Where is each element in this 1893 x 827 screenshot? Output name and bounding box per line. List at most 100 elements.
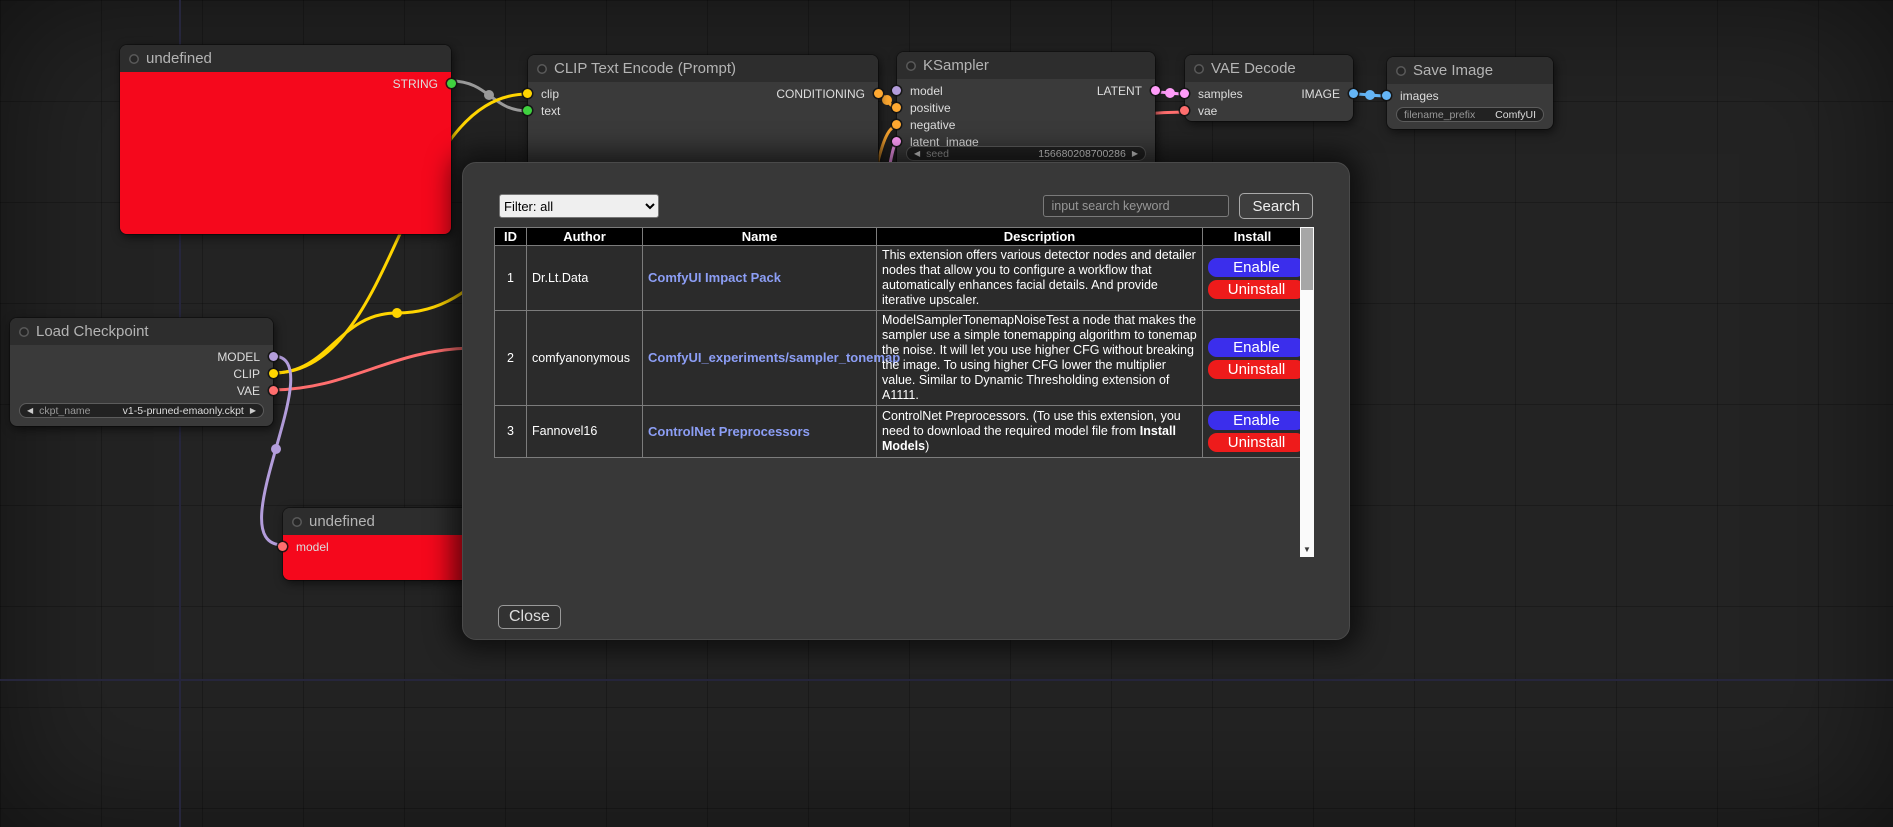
input-label-model: model <box>897 84 943 98</box>
node-save-image[interactable]: Save Image images filename_prefix ComfyU… <box>1387 57 1553 129</box>
dialog-toolbar: Filter: all Search <box>463 163 1349 219</box>
input-port-samples[interactable] <box>1180 89 1189 98</box>
close-button[interactable]: Close <box>498 605 561 629</box>
collapse-dot-icon[interactable] <box>1396 66 1406 76</box>
node-body: images filename_prefix ComfyUI <box>1387 84 1553 129</box>
uninstall-button[interactable]: Uninstall <box>1208 280 1305 299</box>
input-port-images[interactable] <box>1382 91 1391 100</box>
search-button[interactable]: Search <box>1239 193 1313 219</box>
widget-label: seed <box>926 148 949 160</box>
header-name: Name <box>643 228 877 246</box>
cell-author: comfyanonymous <box>527 311 643 406</box>
output-label: STRING <box>393 77 451 91</box>
extension-row: 3 Fannovel16 ControlNet Preprocessors Co… <box>495 406 1303 458</box>
node-load-checkpoint[interactable]: Load Checkpoint MODEL CLIP VAE ◀ ckpt_na… <box>10 318 273 426</box>
scrollbar-thumb[interactable] <box>1301 228 1313 290</box>
node-vae-decode[interactable]: VAE Decode samples IMAGE vae <box>1185 55 1353 121</box>
widget-value: ComfyUI <box>1495 109 1536 121</box>
extensions-table-container: ID Author Name Description Install 1 Dr.… <box>494 227 1314 557</box>
node-title-bar[interactable]: Save Image <box>1387 57 1553 84</box>
output-port-latent[interactable] <box>1151 86 1160 95</box>
output-port-clip[interactable] <box>269 369 278 378</box>
enable-button[interactable]: Enable <box>1208 411 1305 430</box>
input-port-negative[interactable] <box>892 120 901 129</box>
node-body: MODEL CLIP VAE ◀ ckpt_name v1-5-pruned-e… <box>10 345 273 426</box>
cell-install: Enable Uninstall <box>1203 406 1303 458</box>
node-title: undefined <box>146 50 212 67</box>
increment-arrow-icon[interactable]: ▶ <box>1132 150 1138 158</box>
uninstall-button[interactable]: Uninstall <box>1208 433 1305 452</box>
node-undefined-top[interactable]: undefined STRING <box>120 45 451 234</box>
output-port-model[interactable] <box>269 352 278 361</box>
input-port-vae[interactable] <box>1180 106 1189 115</box>
widget-value: 156680208700286 <box>1038 148 1126 160</box>
output-port-string[interactable] <box>447 79 456 88</box>
extension-link[interactable]: ComfyUI Impact Pack <box>648 270 781 285</box>
table-scrollbar[interactable]: ▼ <box>1300 227 1314 557</box>
node-title-bar[interactable]: undefined <box>120 45 451 72</box>
cell-author: Fannovel16 <box>527 406 643 458</box>
node-title-bar[interactable]: Load Checkpoint <box>10 318 273 345</box>
node-graph-canvas[interactable]: undefined STRING CLIP Text Encode (Promp… <box>0 0 1893 827</box>
extension-link[interactable]: ControlNet Preprocessors <box>648 424 810 439</box>
output-label-image: IMAGE <box>1301 87 1353 101</box>
node-title-bar[interactable]: KSampler <box>897 52 1155 79</box>
node-title-bar[interactable]: CLIP Text Encode (Prompt) <box>528 55 878 82</box>
input-label-clip: clip <box>528 87 559 101</box>
collapse-dot-icon[interactable] <box>19 327 29 337</box>
input-port-latent-image[interactable] <box>892 137 901 146</box>
node-title: undefined <box>309 513 375 530</box>
node-title: Save Image <box>1413 62 1493 79</box>
collapse-dot-icon[interactable] <box>129 54 139 64</box>
extension-link[interactable]: ComfyUI_experiments/sampler_tonemap <box>648 350 900 365</box>
link-dot-string <box>484 90 494 100</box>
enable-button[interactable]: Enable <box>1208 258 1305 277</box>
filename-prefix-widget[interactable]: filename_prefix ComfyUI <box>1396 107 1544 122</box>
extension-row: 1 Dr.Lt.Data ComfyUI Impact Pack This ex… <box>495 246 1303 311</box>
output-port-conditioning[interactable] <box>874 89 883 98</box>
input-port-positive[interactable] <box>892 103 901 112</box>
link-dot-latent <box>1165 88 1175 98</box>
input-label-model: model <box>283 540 329 554</box>
seed-widget[interactable]: ◀ seed 156680208700286 ▶ <box>906 146 1146 161</box>
input-port-clip[interactable] <box>523 89 532 98</box>
cell-install: Enable Uninstall <box>1203 311 1303 406</box>
output-label-vae: VAE <box>237 384 273 398</box>
node-body: samples IMAGE vae <box>1185 82 1353 121</box>
collapse-dot-icon[interactable] <box>1194 64 1204 74</box>
scroll-down-icon[interactable]: ▼ <box>1300 542 1314 557</box>
node-title: Load Checkpoint <box>36 323 149 340</box>
node-body: STRING <box>120 72 451 234</box>
node-ksampler[interactable]: KSampler model LATENT positive negative … <box>897 52 1155 170</box>
previous-arrow-icon[interactable]: ◀ <box>27 407 33 415</box>
input-label-images: images <box>1387 89 1439 103</box>
input-label-vae: vae <box>1185 104 1217 118</box>
cell-author: Dr.Lt.Data <box>527 246 643 311</box>
collapse-dot-icon[interactable] <box>906 61 916 71</box>
output-label-clip: CLIP <box>233 367 273 381</box>
uninstall-button[interactable]: Uninstall <box>1208 360 1305 379</box>
collapse-dot-icon[interactable] <box>537 64 547 74</box>
node-title: KSampler <box>923 57 989 74</box>
input-port-text[interactable] <box>523 106 532 115</box>
input-label-negative: negative <box>897 118 955 132</box>
output-port-vae[interactable] <box>269 386 278 395</box>
output-label-model: MODEL <box>217 350 273 364</box>
link-dot-model <box>271 444 281 454</box>
search-input[interactable] <box>1043 195 1229 217</box>
collapse-dot-icon[interactable] <box>292 517 302 527</box>
filter-select[interactable]: Filter: all <box>499 194 659 218</box>
enable-button[interactable]: Enable <box>1208 338 1305 357</box>
next-arrow-icon[interactable]: ▶ <box>250 407 256 415</box>
input-port-model[interactable] <box>892 86 901 95</box>
node-title-bar[interactable]: VAE Decode <box>1185 55 1353 82</box>
extensions-table: ID Author Name Description Install 1 Dr.… <box>494 227 1303 458</box>
output-label-latent: LATENT <box>1097 84 1155 98</box>
input-label-positive: positive <box>897 101 951 115</box>
output-port-image[interactable] <box>1349 89 1358 98</box>
custom-nodes-manager-dialog: Filter: all Search ID Author Name Descri… <box>462 162 1350 640</box>
ckpt-name-widget[interactable]: ◀ ckpt_name v1-5-pruned-emaonly.ckpt ▶ <box>19 403 264 418</box>
input-port-model[interactable] <box>278 542 287 551</box>
table-header-row: ID Author Name Description Install <box>495 228 1303 246</box>
decrement-arrow-icon[interactable]: ◀ <box>914 150 920 158</box>
